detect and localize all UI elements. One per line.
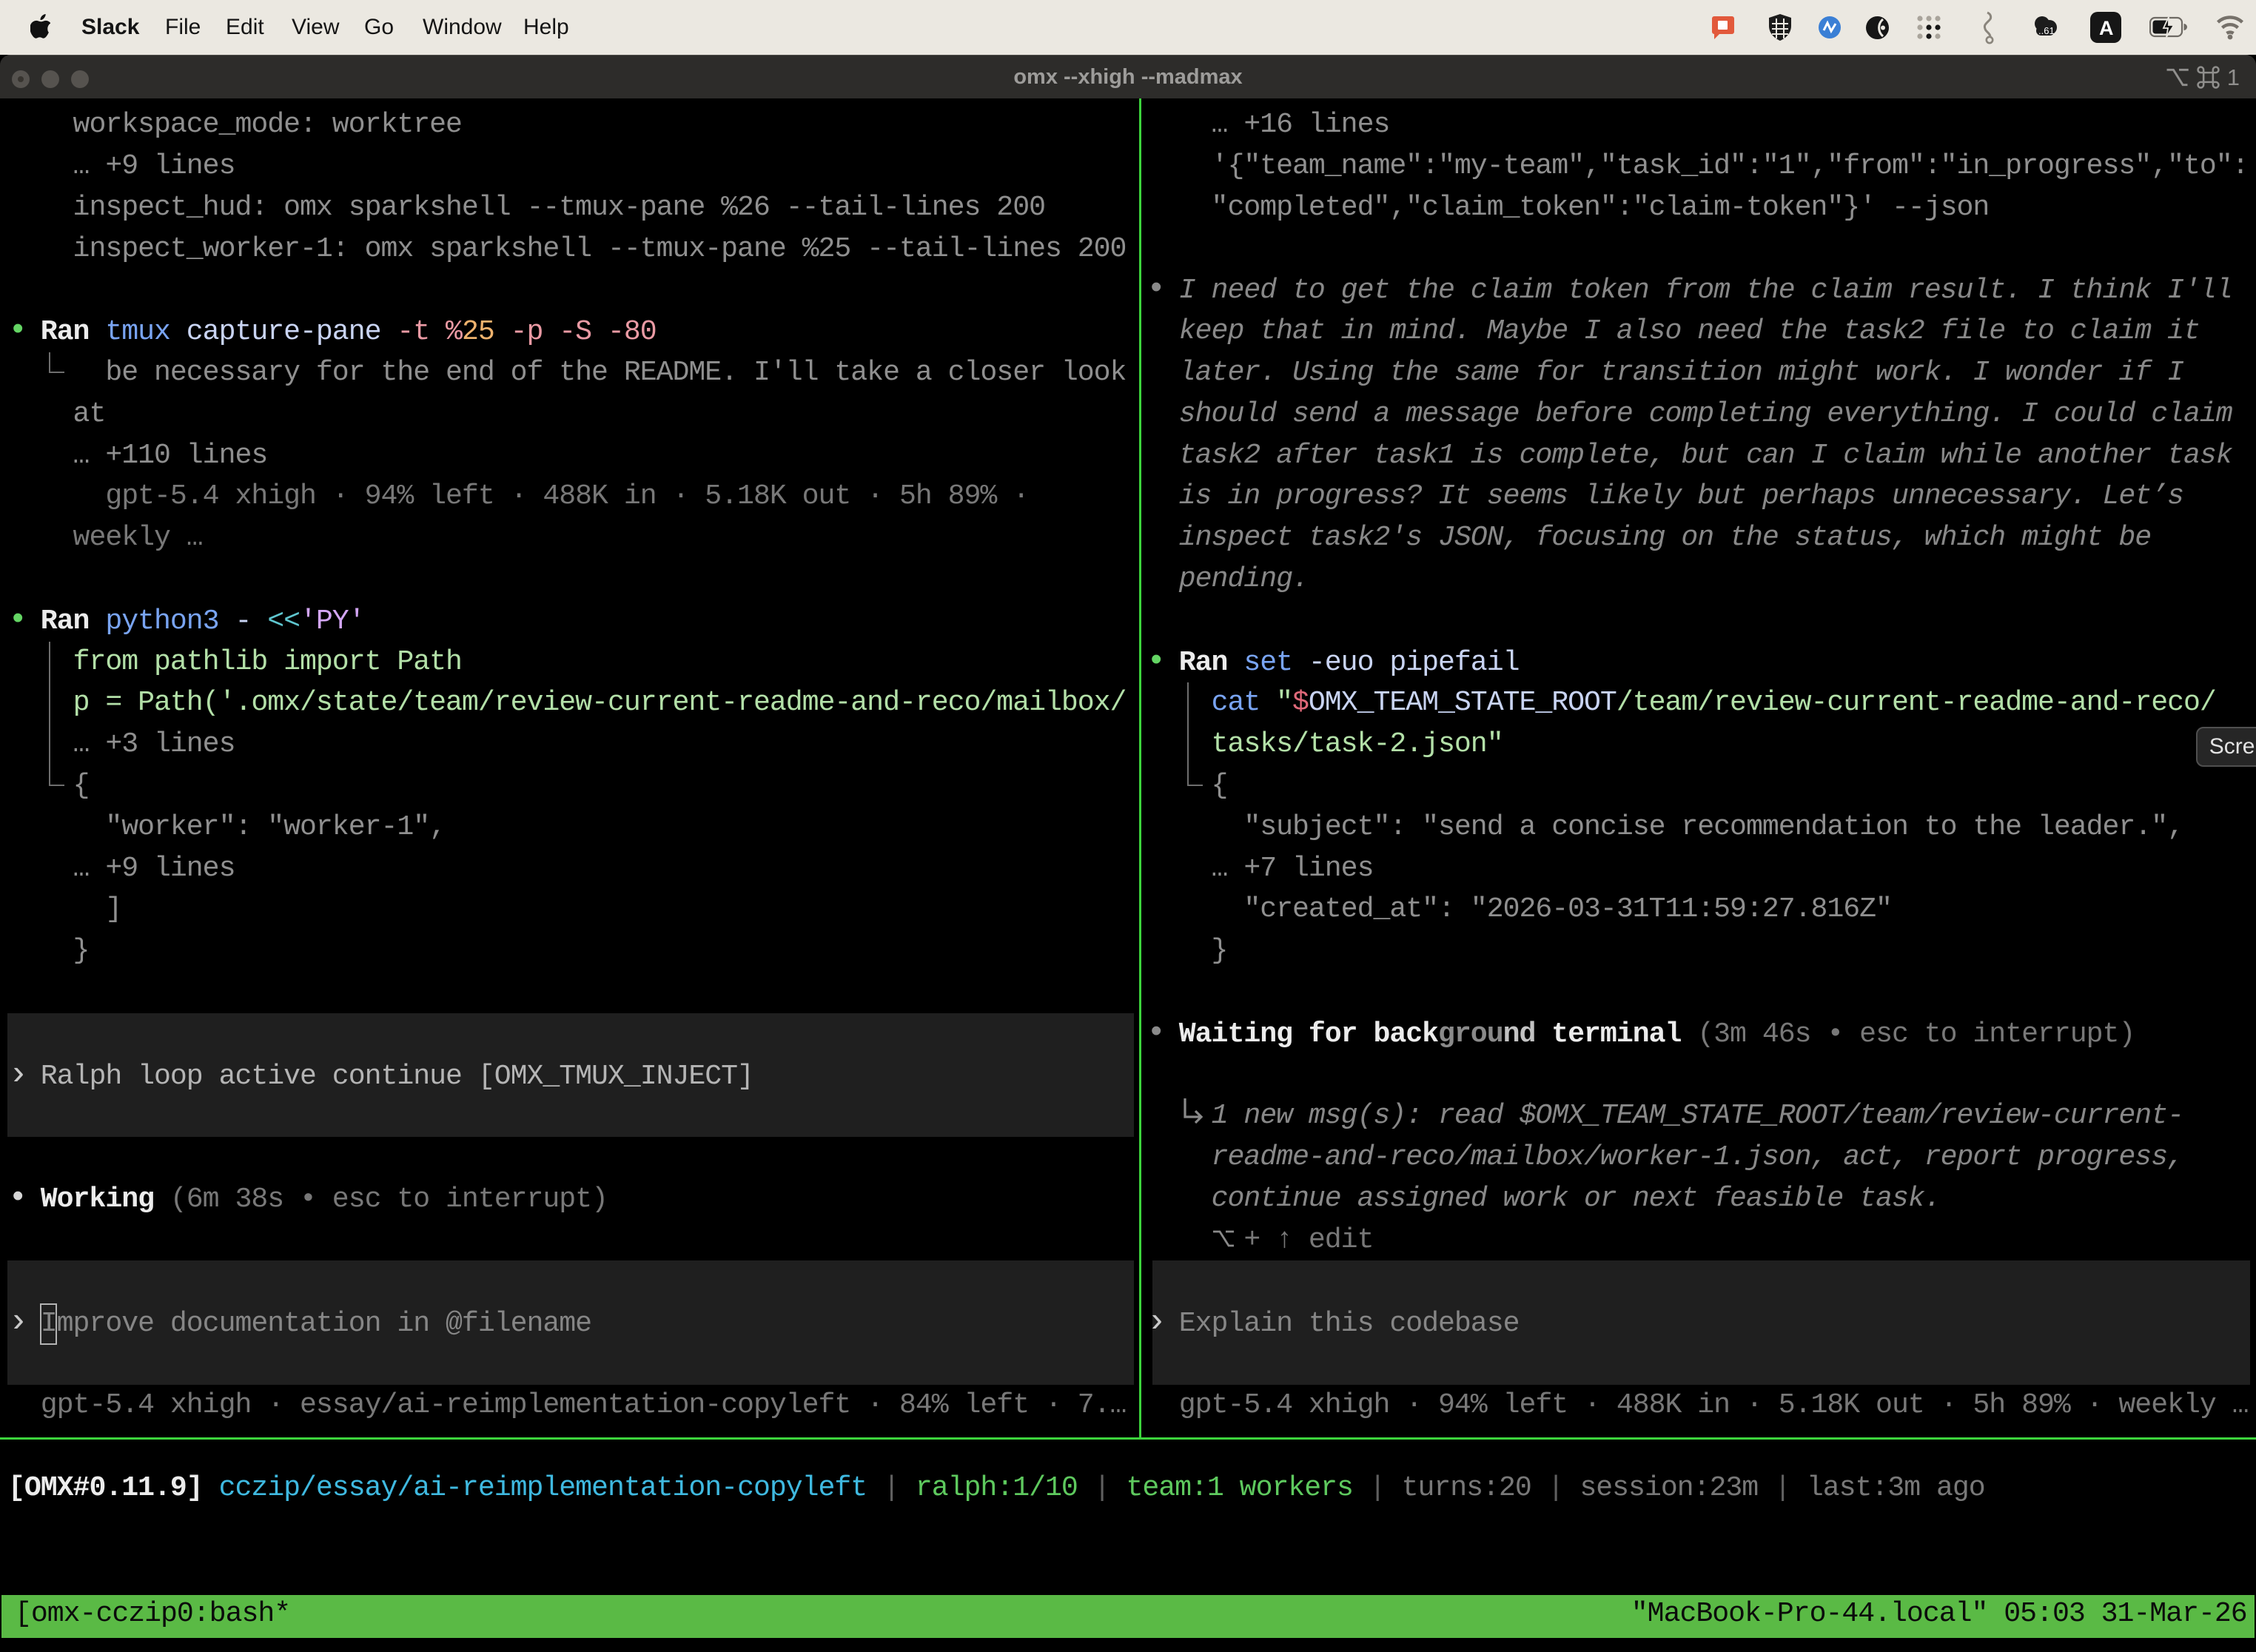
svg-text:..61: ..61 [2038, 25, 2055, 36]
svg-text:A: A [2099, 17, 2114, 39]
